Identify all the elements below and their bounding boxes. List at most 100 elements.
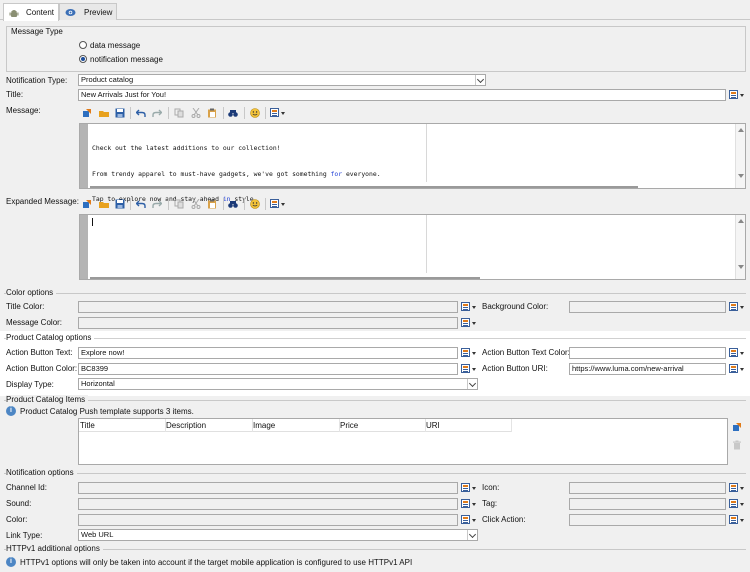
icon-input[interactable]: [569, 482, 726, 494]
dropdown-arrow-icon[interactable]: [740, 306, 744, 309]
expression-editor-icon[interactable]: [729, 90, 738, 99]
channel-id-input[interactable]: [78, 482, 458, 494]
tag-input[interactable]: [569, 498, 726, 510]
expanded-vertical-scrollbar[interactable]: [735, 215, 745, 279]
scroll-up-icon[interactable]: [738, 128, 744, 132]
expanded-horizontal-scrollbar[interactable]: [90, 277, 480, 279]
product-catalog-items-table[interactable]: Title Description Image Price URI: [78, 418, 728, 465]
column-divider: [425, 419, 426, 432]
expanded-message-toolbar: [80, 197, 300, 211]
dropdown-arrow-icon[interactable]: [740, 519, 744, 522]
paste-icon[interactable]: [207, 199, 217, 209]
expanded-message-editor[interactable]: [79, 214, 746, 280]
expression-editor-icon[interactable]: [461, 348, 470, 357]
column-header-description[interactable]: Description: [166, 421, 206, 431]
expression-editor-icon[interactable]: [729, 499, 738, 508]
expression-editor-icon[interactable]: [729, 302, 738, 311]
scroll-up-icon[interactable]: [738, 219, 744, 223]
message-horizontal-scrollbar[interactable]: [90, 186, 638, 188]
save-icon[interactable]: [115, 199, 125, 209]
emoji-icon[interactable]: [250, 108, 260, 118]
personalization-icon[interactable]: [270, 199, 279, 208]
color-input[interactable]: [78, 514, 458, 526]
action-button-text-color-input[interactable]: [569, 347, 726, 359]
color-label: Color:: [6, 515, 28, 524]
action-button-uri-value: https://www.luma.com/new-arrival: [572, 364, 684, 373]
emoji-icon[interactable]: [250, 199, 260, 209]
message-vertical-scrollbar[interactable]: [735, 124, 745, 188]
notification-type-select[interactable]: Product catalog: [78, 74, 486, 86]
dropdown-arrow-icon[interactable]: [472, 503, 476, 506]
dropdown-arrow-icon[interactable]: [472, 322, 476, 325]
message-editor[interactable]: Check out the latest additions to our co…: [79, 123, 746, 203]
expression-editor-icon[interactable]: [461, 483, 470, 492]
open-folder-icon[interactable]: [99, 199, 109, 209]
link-type-select[interactable]: Web URL: [78, 529, 478, 541]
tab-content[interactable]: Content: [3, 3, 59, 21]
dropdown-arrow-icon[interactable]: [472, 519, 476, 522]
copy-icon[interactable]: [174, 199, 184, 209]
message-type-label: Message Type: [11, 27, 63, 36]
insert-field-icon[interactable]: [82, 199, 92, 209]
open-folder-icon[interactable]: [99, 108, 109, 118]
column-header-price[interactable]: Price: [340, 421, 358, 431]
cut-icon[interactable]: [191, 108, 201, 118]
expression-editor-icon[interactable]: [461, 302, 470, 311]
copy-icon[interactable]: [174, 108, 184, 118]
notification-type-label: Notification Type:: [6, 76, 68, 85]
undo-icon[interactable]: [136, 108, 146, 118]
click-action-input[interactable]: [569, 514, 726, 526]
title-color-input[interactable]: [78, 301, 458, 313]
expression-editor-icon[interactable]: [729, 364, 738, 373]
personalization-icon[interactable]: [270, 108, 279, 117]
action-button-color-input[interactable]: BC8399: [78, 363, 458, 375]
radio-data-message[interactable]: [79, 41, 87, 49]
sound-input[interactable]: [78, 498, 458, 510]
radio-notification-message[interactable]: [79, 55, 87, 63]
title-value: New Arrivals Just for You!: [81, 90, 167, 99]
display-type-select[interactable]: Horizontal: [78, 378, 478, 390]
title-input[interactable]: New Arrivals Just for You!: [78, 89, 726, 101]
tab-preview[interactable]: Preview: [59, 3, 117, 20]
dropdown-arrow-icon[interactable]: [472, 352, 476, 355]
find-binoculars-icon[interactable]: [228, 108, 238, 118]
message-color-input[interactable]: [78, 317, 458, 329]
dropdown-arrow-icon[interactable]: [281, 112, 285, 115]
editor-gutter: [80, 215, 88, 279]
dropdown-arrow-icon[interactable]: [740, 487, 744, 490]
dropdown-arrow-icon[interactable]: [472, 368, 476, 371]
delete-item-icon[interactable]: [732, 440, 742, 450]
redo-icon[interactable]: [152, 108, 162, 118]
expression-editor-icon[interactable]: [461, 499, 470, 508]
insert-field-icon[interactable]: [82, 108, 92, 118]
cut-icon[interactable]: [191, 199, 201, 209]
dropdown-arrow-icon[interactable]: [740, 503, 744, 506]
expression-editor-icon[interactable]: [461, 364, 470, 373]
dropdown-arrow-icon[interactable]: [740, 368, 744, 371]
expression-editor-icon[interactable]: [729, 483, 738, 492]
undo-icon[interactable]: [136, 199, 146, 209]
expression-editor-icon[interactable]: [729, 348, 738, 357]
find-binoculars-icon[interactable]: [228, 199, 238, 209]
scroll-down-icon[interactable]: [738, 174, 744, 178]
column-header-uri[interactable]: URI: [426, 421, 440, 431]
scroll-down-icon[interactable]: [738, 265, 744, 269]
expression-editor-icon[interactable]: [461, 515, 470, 524]
dropdown-arrow-icon[interactable]: [281, 203, 285, 206]
dropdown-arrow-icon[interactable]: [740, 352, 744, 355]
column-header-image[interactable]: Image: [253, 421, 275, 431]
background-color-input[interactable]: [569, 301, 726, 313]
add-item-icon[interactable]: [732, 422, 742, 432]
dropdown-arrow-icon[interactable]: [740, 94, 744, 97]
action-button-text-input[interactable]: Explore now!: [78, 347, 458, 359]
redo-icon[interactable]: [152, 199, 162, 209]
save-icon[interactable]: [115, 108, 125, 118]
expression-editor-icon[interactable]: [461, 318, 470, 327]
dropdown-arrow-icon[interactable]: [472, 306, 476, 309]
dropdown-arrow-icon[interactable]: [472, 487, 476, 490]
column-header-title[interactable]: Title: [80, 421, 95, 431]
column-divider: [339, 419, 340, 432]
action-button-uri-input[interactable]: https://www.luma.com/new-arrival: [569, 363, 726, 375]
paste-icon[interactable]: [207, 108, 217, 118]
expression-editor-icon[interactable]: [729, 515, 738, 524]
